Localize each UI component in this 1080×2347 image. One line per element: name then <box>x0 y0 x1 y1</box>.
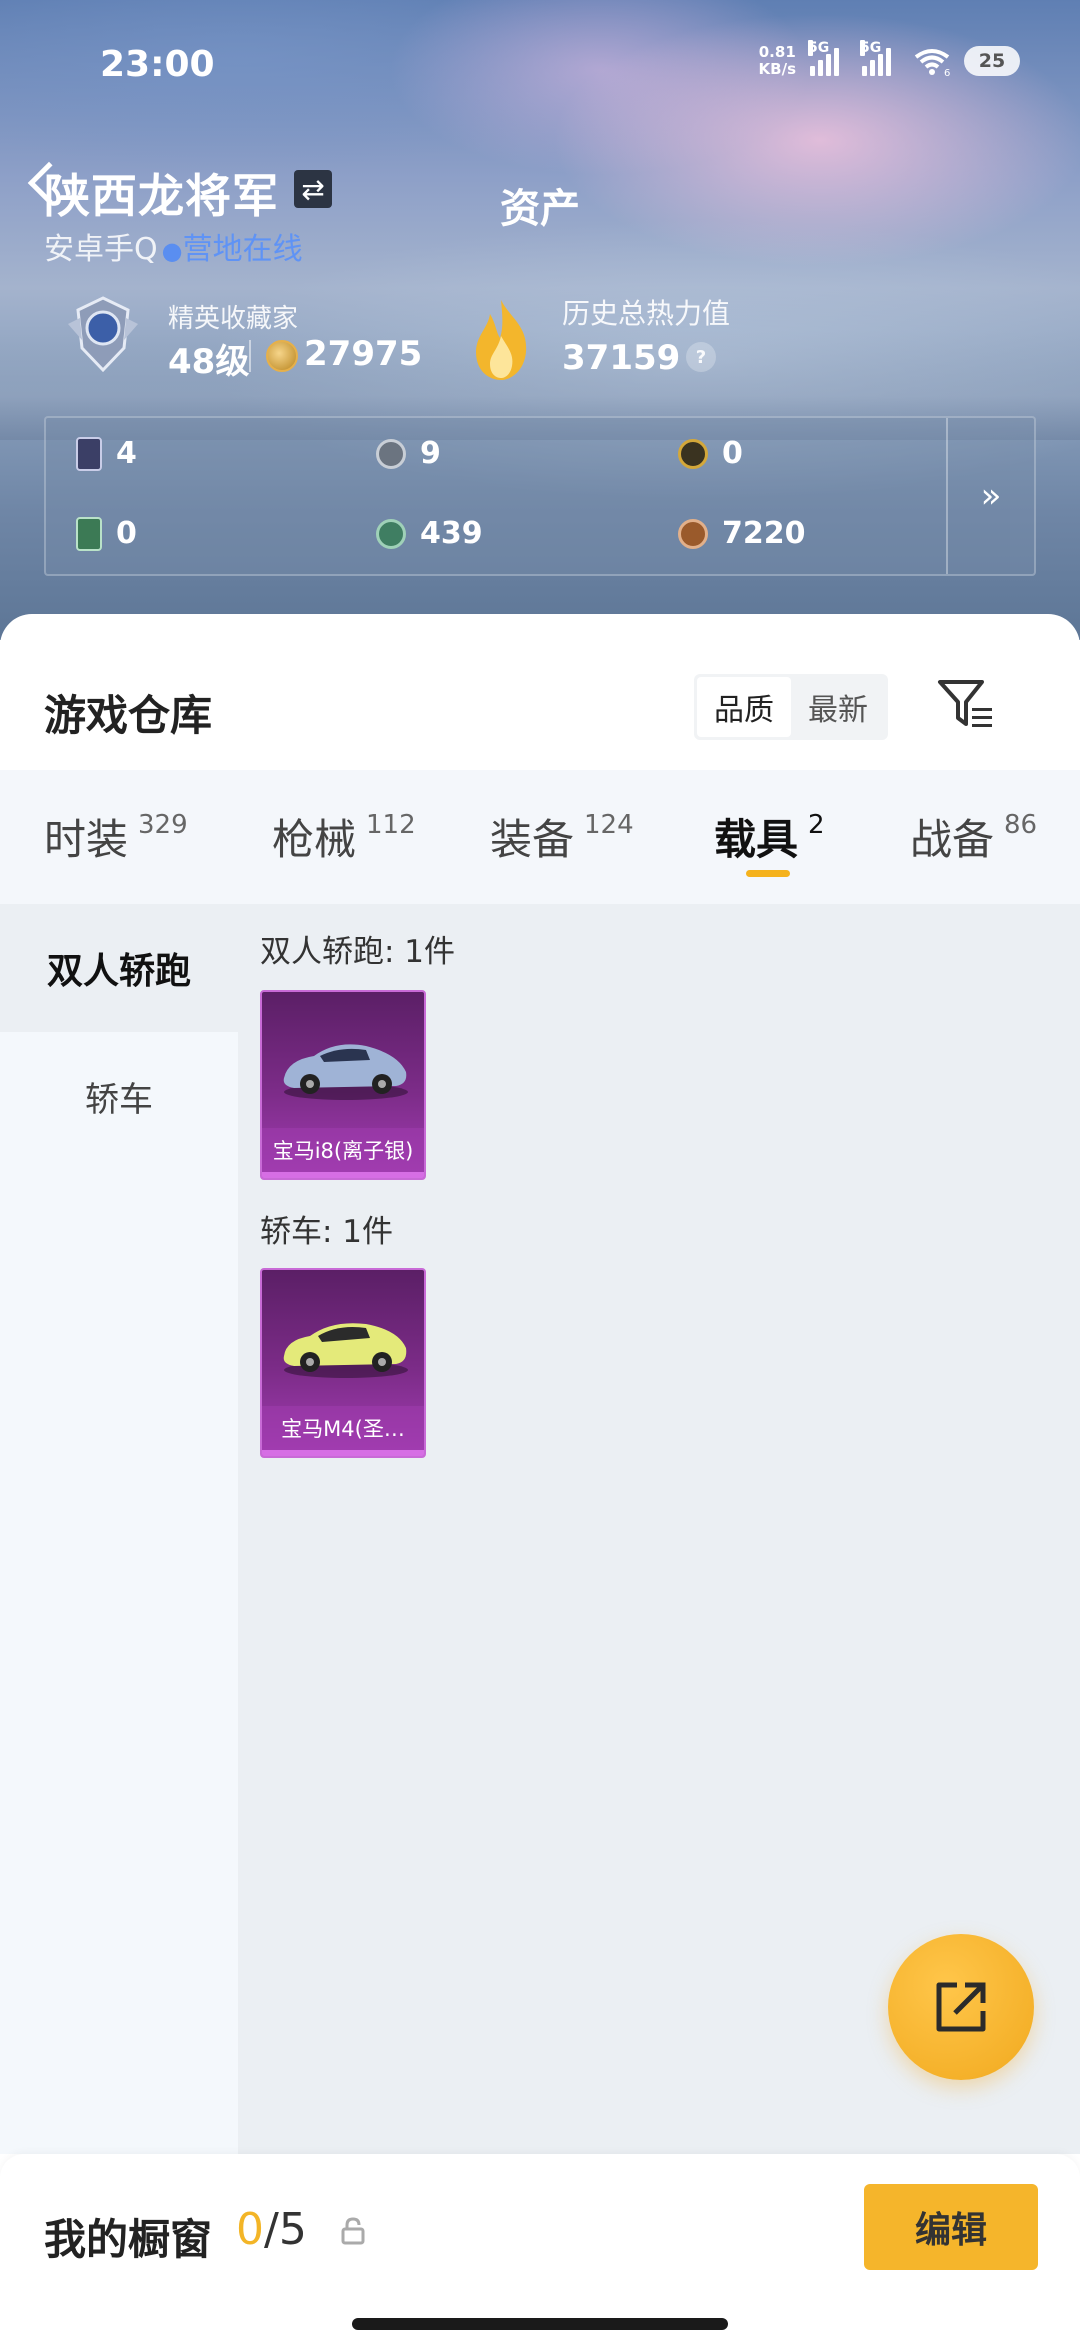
filter-icon[interactable] <box>936 676 996 732</box>
lock-icon <box>341 2217 365 2245</box>
signal-icon: 5G <box>860 40 900 76</box>
status-icons: 0.81 KB/s 5G 5G 6 25 <box>758 40 1020 78</box>
coin-icon <box>266 340 298 372</box>
sort-toggle: 品质 最新 <box>694 674 888 740</box>
jade-token-icon <box>376 518 406 549</box>
tab-vehicles[interactable]: 载具 2 <box>714 806 825 867</box>
rank-title: 精英收藏家 <box>168 304 299 334</box>
rank-emblem-icon <box>68 296 138 373</box>
vehicle-card[interactable]: 宝马i8(离子银) <box>260 990 426 1180</box>
gold-token-icon <box>678 438 708 469</box>
online-dot-icon: ● <box>161 237 183 265</box>
warehouse-title: 游戏仓库 <box>44 691 213 740</box>
edit-button[interactable]: 编辑 <box>864 2184 1038 2270</box>
sort-newest-button[interactable]: 最新 <box>791 677 885 737</box>
green-card-icon <box>76 516 102 551</box>
card-icon <box>76 436 102 471</box>
wifi-icon: 6 <box>914 49 950 77</box>
status-time: 23:00 <box>100 44 215 85</box>
share-icon <box>936 1982 986 2032</box>
share-button[interactable] <box>888 1934 1034 2080</box>
category-tabs: 时装 329 枪械 112 装备 124 载具 2 战备 86 <box>0 770 1080 904</box>
signal-icon: 5G <box>808 40 848 76</box>
sort-quality-button[interactable]: 品质 <box>697 677 791 737</box>
vehicle-card[interactable]: 宝马M4(圣… <box>260 1268 426 1458</box>
help-icon[interactable]: ? <box>686 342 716 372</box>
active-tab-indicator <box>746 870 790 877</box>
sidebar-item-sedan[interactable]: 轿车 <box>0 1032 238 1160</box>
bronze-token-icon <box>678 518 708 549</box>
player-subtitle: 安卓手Q ●营地在线 <box>44 224 303 268</box>
vehicle-name: 宝马M4(圣… <box>262 1406 424 1450</box>
asset-item: 0 <box>76 516 137 551</box>
rarity-bar <box>262 1172 424 1178</box>
divider <box>249 340 251 372</box>
asset-item: 7220 <box>678 516 806 551</box>
sidebar-item-coupe[interactable]: 双人轿跑 <box>0 904 238 1032</box>
tab-equipment[interactable]: 装备 124 <box>490 806 634 867</box>
car-icon <box>283 1044 408 1100</box>
asset-item: 439 <box>376 516 483 551</box>
asset-item: 9 <box>376 436 441 471</box>
tab-supplies[interactable]: 战备 86 <box>910 806 1037 867</box>
tab-fashion[interactable]: 时装 329 <box>44 806 188 867</box>
subcategory-sidebar: 双人轿跑 轿车 <box>0 904 238 2154</box>
online-status: 营地在线 <box>182 232 303 267</box>
rank-points: 27975 <box>304 334 423 374</box>
tab-weapons[interactable]: 枪械 112 <box>272 806 416 867</box>
heat-title: 历史总热力值 <box>562 297 731 330</box>
rarity-bar <box>262 1450 424 1456</box>
rank-level: 48级 <box>168 342 250 382</box>
section-title: 双人轿跑: 1件 <box>260 934 456 970</box>
battery-indicator: 25 <box>964 46 1020 76</box>
svg-text:6: 6 <box>944 68 950 77</box>
vehicle-name: 宝马i8(离子银) <box>262 1128 424 1172</box>
asset-item: 0 <box>678 436 743 471</box>
home-indicator <box>352 2318 728 2330</box>
network-speed: 0.81 KB/s <box>758 43 796 78</box>
platform-label: 安卓手Q <box>44 232 158 267</box>
car-icon <box>283 1323 408 1378</box>
heat-value: 37159 <box>562 338 681 378</box>
flame-icon <box>476 300 527 380</box>
section-title: 轿车: 1件 <box>260 1214 394 1250</box>
showcase-label: 我的橱窗 <box>44 2215 213 2264</box>
asset-item: 4 <box>76 436 137 471</box>
silver-token-icon <box>376 438 406 469</box>
more-assets-button[interactable]: » <box>946 418 1034 574</box>
showcase-count: 0/5 <box>236 2204 307 2255</box>
assets-panel: 4 9 0 0 439 7220 » <box>44 416 1036 576</box>
